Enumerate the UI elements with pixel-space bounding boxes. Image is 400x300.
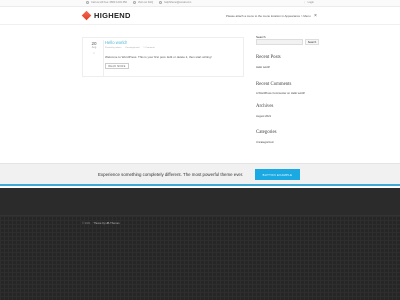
- category-link[interactable]: Uncategorized: [256, 141, 273, 144]
- read-more-button[interactable]: READ MORE: [105, 63, 129, 69]
- phone-contact: Call us toll free: 0800 1234 456: [86, 1, 127, 4]
- footer-widgets: [0, 188, 400, 215]
- search-button[interactable]: Search: [305, 39, 319, 45]
- archive-link[interactable]: August 2021: [256, 115, 271, 118]
- call-to-action-bar: Experience something completely differen…: [0, 163, 400, 186]
- divider: [103, 40, 104, 76]
- blog-post: 20 Aug 1 Hello world! Posted by admin Un…: [82, 37, 244, 77]
- close-icon[interactable]: ×: [314, 13, 317, 19]
- recent-posts-heading: Recent Posts: [256, 55, 281, 60]
- recent-post-link[interactable]: Hello world!: [256, 66, 270, 69]
- copyright-text: © 2021: [82, 222, 91, 225]
- diamond-logo-icon: [81, 10, 92, 21]
- site-logo[interactable]: HIGHEND: [81, 10, 131, 21]
- post-category[interactable]: Uncategorized: [125, 47, 139, 49]
- post-title[interactable]: Hello world!: [105, 40, 127, 45]
- login-link[interactable]: Login: [308, 1, 314, 4]
- archives-heading: Archives: [256, 104, 274, 109]
- cta-text: Experience something completely differen…: [98, 172, 244, 177]
- footer-bottom: © 2021 Theme by HB-Themes: [0, 215, 400, 300]
- login-area: | Login: [303, 1, 314, 4]
- post-meta: Posted by admin Uncategorized 1 Comment: [105, 47, 155, 49]
- top-bar-contacts: Call us toll free: 0800 1234 456 Visit o…: [86, 1, 191, 4]
- faq-link[interactable]: Visit our FAQ: [132, 1, 153, 4]
- theme-credit-link[interactable]: Theme by HB-Themes: [93, 222, 119, 225]
- post-author[interactable]: Posted by admin: [105, 47, 121, 49]
- post-comment-count[interactable]: 1: [88, 52, 100, 55]
- mail-icon: [159, 1, 163, 4]
- menu-notice[interactable]: Please attach a menu to the menu locatio…: [226, 14, 311, 18]
- recent-comment-link[interactable]: A WordPress Commenter on Hello world!: [256, 92, 305, 95]
- post-date: 20 Aug 1: [88, 41, 100, 55]
- post-month: Aug: [91, 46, 97, 49]
- phone-icon: [86, 1, 89, 4]
- categories-heading: Categories: [256, 130, 277, 135]
- email-link[interactable]: helphiheno@email.com: [159, 1, 191, 4]
- search-input[interactable]: [256, 39, 303, 45]
- copyright: © 2021 Theme by HB-Themes: [82, 222, 120, 225]
- question-icon: [132, 1, 136, 4]
- post-comments-link[interactable]: 1 Comment: [143, 47, 154, 49]
- recent-comments-heading: Recent Comments: [256, 82, 292, 87]
- logo-text: HIGHEND: [94, 11, 131, 20]
- site-header: HIGHEND Please attach a menu to the menu…: [0, 7, 400, 25]
- post-excerpt: Welcome to WordPress. This is your first…: [105, 55, 212, 59]
- cta-button[interactable]: BUTTON EXAMPLE: [255, 169, 300, 180]
- top-bar: Call us toll free: 0800 1234 456 Visit o…: [0, 0, 400, 7]
